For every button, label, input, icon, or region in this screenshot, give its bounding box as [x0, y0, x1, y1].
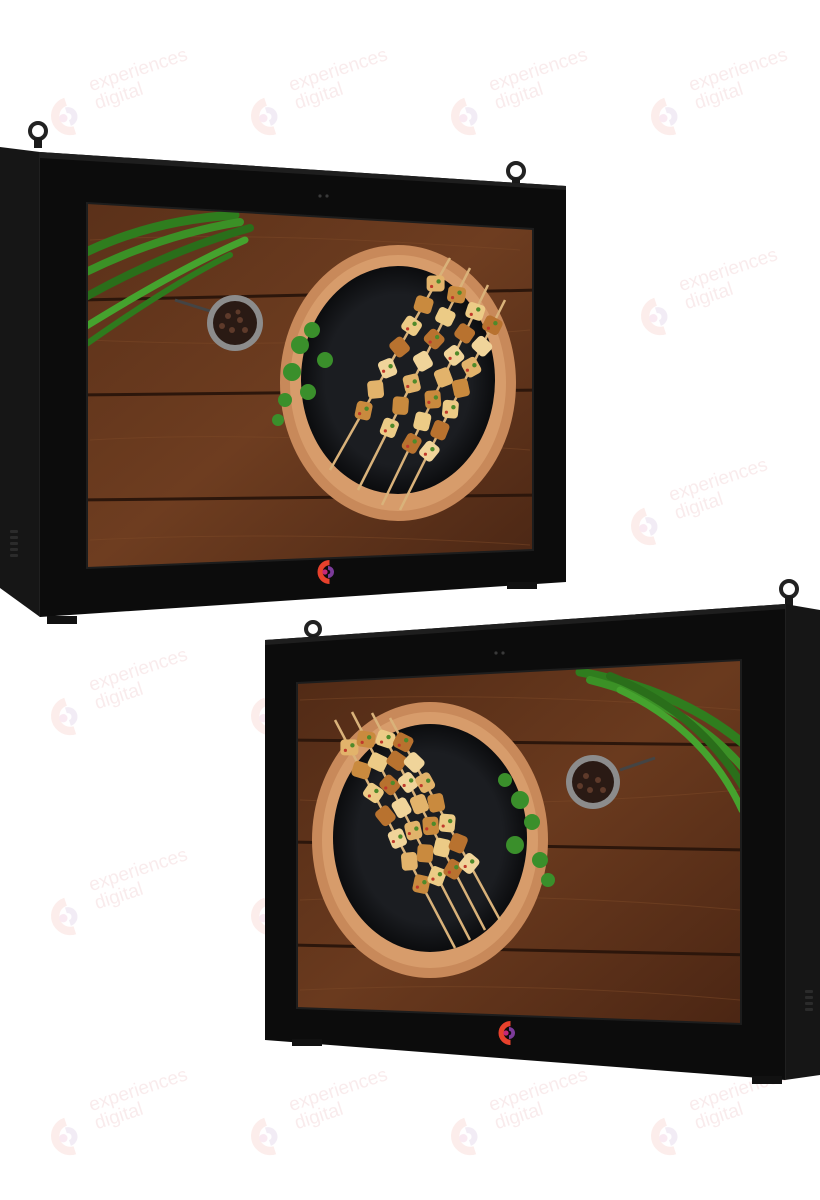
- screen-food-image: [297, 660, 741, 1024]
- hanging-ring-icon: [779, 579, 799, 606]
- experiences-digital-logo-icon: [494, 1018, 524, 1048]
- outdoor-display-bottom: [0, 0, 820, 1200]
- display-side-panel: [785, 604, 820, 1080]
